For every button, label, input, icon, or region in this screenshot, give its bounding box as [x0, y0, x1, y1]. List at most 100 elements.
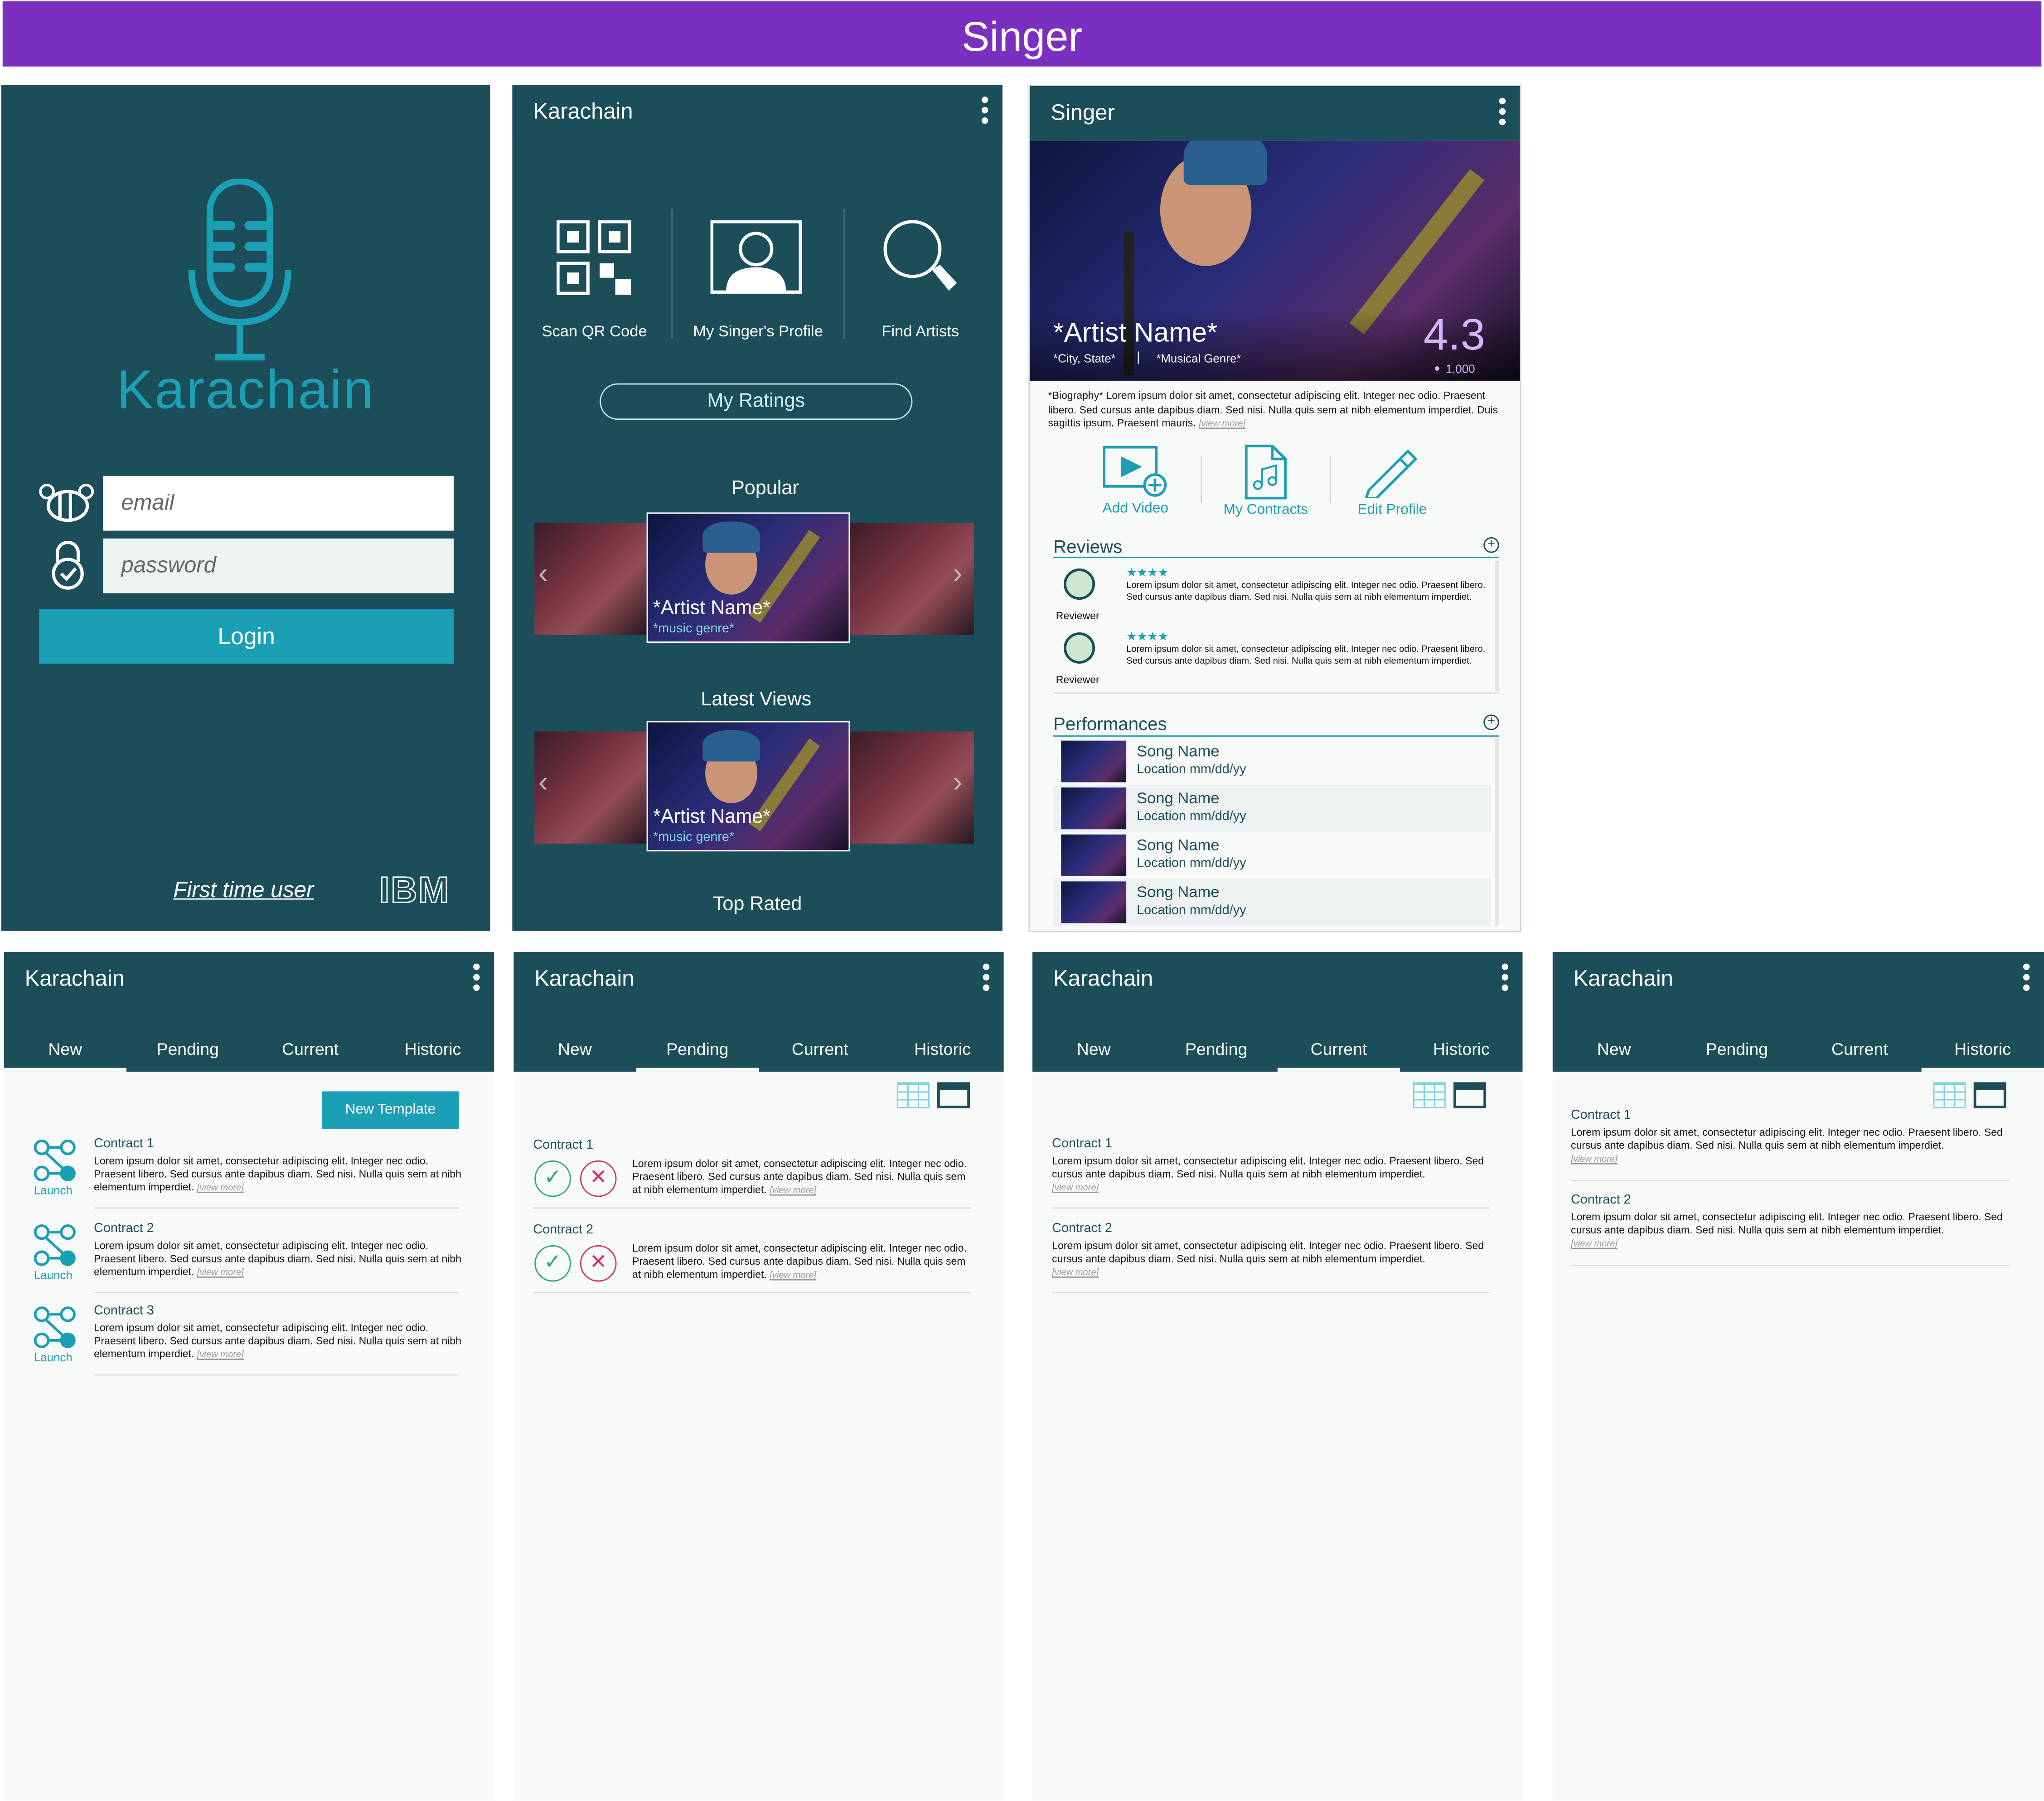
page-banner: Singer — [2, 1, 2042, 67]
tab-historic[interactable]: Historic — [1921, 1035, 2044, 1072]
tab-pending[interactable]: Pending — [636, 1035, 759, 1072]
kebab-icon[interactable] — [980, 963, 991, 998]
cross-icon[interactable]: ✕ — [580, 1160, 617, 1197]
view-more-link[interactable]: [view more] — [770, 1271, 816, 1280]
tab-pending[interactable]: Pending — [126, 1035, 249, 1072]
tab-pending[interactable]: Pending — [1155, 1035, 1277, 1072]
contracts-new-screen: Karachain New Pending Current Historic N… — [4, 951, 494, 1801]
kebab-icon[interactable] — [979, 96, 989, 131]
flow-icon[interactable] — [33, 1223, 77, 1267]
cross-icon[interactable]: ✕ — [580, 1245, 617, 1282]
view-more-link[interactable]: [view more] — [197, 1184, 244, 1193]
review-item: Reviewer ★★★★ Lorem ipsum dolor sit amet… — [1053, 563, 1491, 626]
performance-row[interactable]: Song Name Location mm/dd/yy — [1053, 832, 1492, 879]
list-view-icon[interactable] — [937, 1082, 970, 1108]
artist-location: *City, State* — [1053, 352, 1116, 365]
lock-icon — [52, 541, 84, 590]
view-more-link[interactable]: [view more] — [197, 1269, 244, 1278]
plus-circle-icon[interactable]: + — [1483, 537, 1499, 553]
contract-row[interactable]: Lorem ipsum dolor sit amet, consectetur … — [632, 1243, 974, 1283]
review-item: Reviewer ★★★★ Lorem ipsum dolor sit amet… — [1053, 627, 1491, 690]
my-ratings-button[interactable]: My Ratings — [600, 383, 913, 420]
email-field[interactable]: email — [103, 476, 454, 531]
tab-historic[interactable]: Historic — [1400, 1035, 1522, 1072]
add-video-label: Add Video — [1102, 500, 1168, 517]
view-more-link[interactable]: [view more] — [770, 1186, 816, 1195]
add-video-icon[interactable] — [1103, 446, 1168, 498]
music-file-icon[interactable] — [1244, 443, 1288, 501]
contract-body: Lorem ipsum dolor sit amet, consectetur … — [1052, 1155, 1484, 1180]
contract-row[interactable]: Contract 1 Lorem ipsum dolor sit amet, co… — [1571, 1109, 2014, 1167]
view-more-link[interactable]: [view more] — [1052, 1184, 1099, 1193]
brand-logo: Karachain — [116, 358, 375, 420]
scrollbar[interactable] — [1495, 560, 1499, 691]
artist-card[interactable]: *Artist Name* *music genre* — [646, 721, 850, 852]
tab-new[interactable]: New — [1553, 1035, 1676, 1072]
contract-row[interactable]: Contract 1 Lorem ipsum dolor sit amet, co… — [1052, 1138, 1495, 1196]
tab-historic[interactable]: Historic — [881, 1035, 1003, 1072]
plus-circle-icon[interactable]: + — [1483, 714, 1499, 730]
divider — [533, 1207, 971, 1209]
kebab-icon[interactable] — [470, 963, 481, 998]
chevron-right-icon[interactable]: › — [953, 557, 963, 591]
review-text: Lorem ipsum dolor sit amet, consectetur … — [1126, 581, 1486, 602]
grid-view-icon[interactable] — [1933, 1082, 1966, 1108]
launch-label[interactable]: Launch — [34, 1184, 73, 1197]
list-view-icon[interactable] — [1973, 1082, 2006, 1108]
contract-row[interactable]: Contract 1 Lorem ipsum dolor sit amet, co… — [94, 1138, 461, 1196]
tab-new[interactable]: New — [513, 1035, 636, 1072]
performance-row[interactable]: Song Name Location mm/dd/yy — [1053, 738, 1492, 785]
check-icon[interactable]: ✓ — [534, 1160, 571, 1197]
search-icon[interactable] — [881, 218, 964, 298]
tab-bar: New Pending Current Historic — [513, 1035, 1003, 1072]
performance-row[interactable]: Song Name Location mm/dd/yy — [1053, 785, 1492, 832]
tab-historic[interactable]: Historic — [372, 1035, 494, 1072]
qr-code-icon[interactable] — [557, 220, 635, 299]
password-field[interactable]: password — [103, 538, 454, 593]
tab-current[interactable]: Current — [249, 1035, 371, 1072]
app-title: Karachain — [1573, 966, 1673, 991]
launch-label[interactable]: Launch — [34, 1269, 73, 1282]
divider — [1201, 456, 1202, 504]
follower-icon: ● — [1434, 362, 1440, 374]
tab-current[interactable]: Current — [759, 1035, 881, 1072]
launch-label[interactable]: Launch — [34, 1351, 73, 1364]
tab-new[interactable]: New — [4, 1035, 127, 1072]
chevron-left-icon[interactable]: ‹ — [538, 765, 548, 799]
check-icon[interactable]: ✓ — [534, 1245, 571, 1282]
location-date: Location mm/dd/yy — [1137, 810, 1246, 824]
tab-current[interactable]: Current — [1277, 1035, 1400, 1072]
contract-row[interactable]: Contract 2 Lorem ipsum dolor sit amet, co… — [94, 1223, 461, 1281]
tab-pending[interactable]: Pending — [1676, 1035, 1798, 1072]
artist-card[interactable]: *Artist Name* *music genre* — [646, 512, 850, 643]
grid-view-icon[interactable] — [1413, 1082, 1446, 1108]
app-title: Karachain — [1053, 966, 1153, 991]
performance-row[interactable]: Song Name Location mm/dd/yy — [1053, 879, 1492, 926]
grid-view-icon[interactable] — [896, 1082, 930, 1108]
tab-current[interactable]: Current — [1798, 1035, 1921, 1072]
chevron-left-icon[interactable]: ‹ — [538, 557, 548, 591]
contract-row[interactable]: Contract 2 Lorem ipsum dolor sit amet, co… — [1052, 1223, 1495, 1281]
view-more-link[interactable]: [view more] — [1571, 1155, 1618, 1164]
scrollbar[interactable] — [1495, 738, 1499, 926]
contract-row[interactable]: Contract 2 Lorem ipsum dolor sit amet, co… — [1571, 1194, 2014, 1252]
view-more-link[interactable]: [view more] — [1052, 1269, 1099, 1278]
contract-row[interactable]: Contract 3 Lorem ipsum dolor sit amet, co… — [94, 1305, 461, 1363]
view-more-link[interactable]: [view more] — [197, 1351, 244, 1360]
first-time-user-link[interactable]: First time user — [174, 878, 314, 904]
pencil-icon[interactable] — [1361, 443, 1421, 498]
chevron-right-icon[interactable]: › — [953, 765, 963, 799]
view-more-link[interactable]: [view more] — [1571, 1240, 1618, 1249]
kebab-icon[interactable] — [2020, 963, 2031, 998]
tab-new[interactable]: New — [1032, 1035, 1155, 1072]
login-button[interactable]: Login — [39, 609, 454, 664]
profile-screen-icon[interactable] — [710, 220, 804, 299]
contract-row[interactable]: Lorem ipsum dolor sit amet, consectetur … — [632, 1158, 974, 1198]
kebab-icon[interactable] — [1497, 97, 1507, 132]
kebab-icon[interactable] — [1499, 963, 1510, 998]
flow-icon[interactable] — [33, 1305, 77, 1350]
reviewer-name: Reviewer — [1056, 674, 1099, 686]
flow-icon[interactable] — [33, 1138, 77, 1183]
new-template-button[interactable]: New Template — [322, 1091, 459, 1129]
list-view-icon[interactable] — [1453, 1082, 1486, 1108]
